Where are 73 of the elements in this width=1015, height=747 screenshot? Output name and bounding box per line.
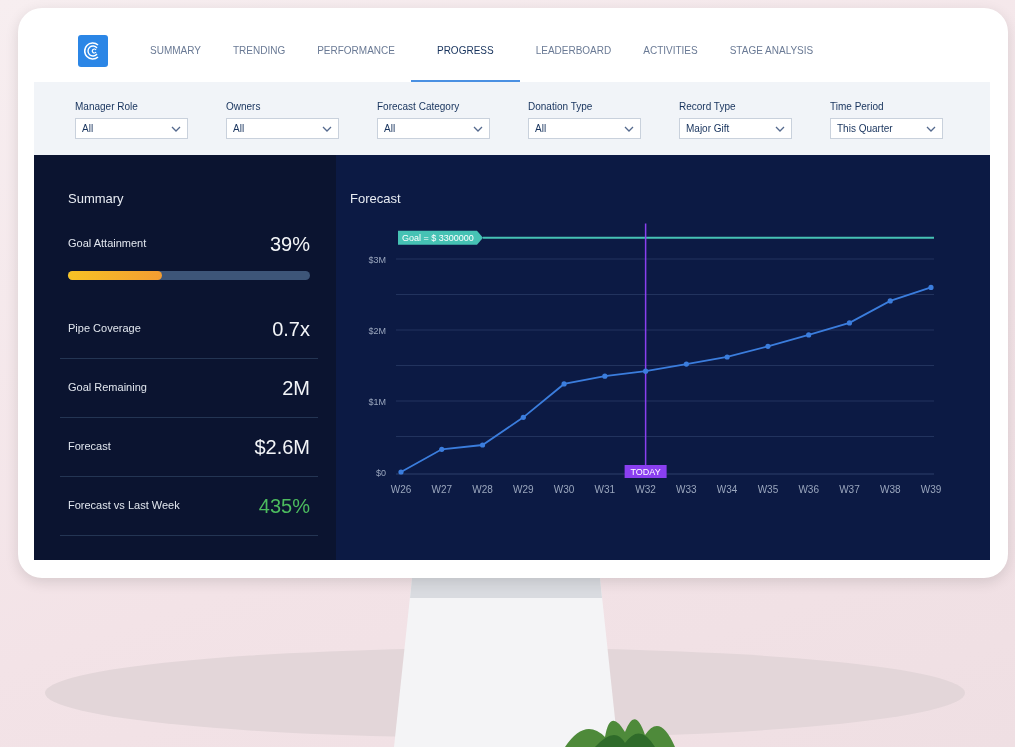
panel-title: Summary [68, 190, 125, 208]
data-point [561, 380, 567, 387]
y-tick-label: $3M [368, 254, 386, 265]
x-tick-label: W33 [676, 483, 697, 495]
metric-value: 435% [258, 493, 310, 519]
nav-tab[interactable]: TRENDING [216, 20, 302, 82]
data-point [643, 368, 649, 374]
chevron-down-icon [775, 125, 785, 132]
chevron-down-icon [926, 125, 936, 132]
x-tick-label: W37 [839, 483, 860, 495]
data-point [765, 343, 771, 349]
x-tick-label: W34 [716, 483, 738, 495]
filter-dropdown[interactable]: All [226, 118, 339, 139]
nav-tab[interactable]: ACTIVITIES [627, 20, 714, 82]
x-tick-label: W31 [594, 483, 616, 495]
app-logo[interactable] [78, 35, 108, 67]
filter-label: Owners [226, 100, 262, 114]
ref-line-label: Goal = $ 3300000 [402, 232, 474, 243]
filter-dropdown[interactable]: All [377, 118, 490, 139]
metric-label: Forecast vs Last Week [68, 498, 180, 514]
chevron-down-icon [473, 125, 483, 132]
x-tick-label: W35 [757, 483, 779, 495]
data-point [479, 441, 486, 448]
metric-value: 39% [269, 231, 310, 257]
filter-dropdown[interactable]: This Quarter [830, 118, 943, 139]
goal-tag: Goal = $ 3300000 [398, 230, 483, 245]
data-point [439, 446, 445, 452]
panel-title: Forecast [350, 190, 402, 208]
x-tick-label: W28 [472, 483, 493, 495]
x-tick-label: W26 [390, 483, 412, 495]
metric-label: Goal Attainment [68, 236, 147, 252]
data-point [398, 468, 404, 475]
nav-tab[interactable]: SUMMARY [134, 20, 217, 82]
filter-label: Record Type [679, 100, 737, 114]
metric-value: 2M [282, 375, 310, 401]
filter-dropdown[interactable]: Major Gift [679, 118, 792, 139]
data-point [602, 373, 608, 379]
x-tick-label: W27 [431, 483, 453, 495]
data-point [683, 361, 689, 367]
ref-line-label: TODAY [630, 466, 661, 477]
x-tick-label: W30 [553, 483, 575, 495]
nav-tab[interactable]: STAGE ANALYSIS [713, 20, 830, 82]
data-point [724, 353, 730, 360]
y-tick-label: $1M [368, 396, 386, 407]
filter-dropdown[interactable]: All [75, 118, 188, 139]
x-tick-label: W39 [920, 483, 942, 495]
chevron-down-icon [322, 125, 332, 132]
x-tick-label: W36 [798, 483, 819, 495]
metric-label: Forecast [68, 439, 111, 455]
filter-label: Forecast Category [377, 100, 461, 114]
nav-tab[interactable]: PERFORMANCE [301, 20, 411, 82]
metric-value: $2.6M [254, 434, 310, 460]
x-tick-label: W29 [513, 483, 534, 495]
data-point [520, 414, 526, 420]
chevron-down-icon [171, 125, 181, 132]
filter-dropdown[interactable]: All [528, 118, 641, 139]
filter-label: Time Period [830, 100, 885, 114]
metric-value: 0.7x [272, 316, 310, 342]
x-tick-label: W38 [879, 483, 901, 495]
filter-label: Donation Type [528, 100, 594, 114]
data-point [806, 331, 812, 338]
data-point [887, 297, 893, 303]
data-point [846, 319, 853, 325]
metric-label: Pipe Coverage [68, 321, 141, 337]
filter-label: Manager Role [75, 100, 139, 114]
nav-tab[interactable]: LEADERBOARD [519, 20, 628, 82]
chevron-down-icon [624, 125, 634, 132]
metric-label: Goal Remaining [68, 380, 147, 396]
y-tick-label: $0 [376, 467, 386, 478]
today-tag: TODAY [624, 464, 667, 478]
y-tick-label: $2M [368, 325, 386, 336]
data-point [928, 284, 934, 290]
x-tick-label: W32 [635, 483, 656, 495]
